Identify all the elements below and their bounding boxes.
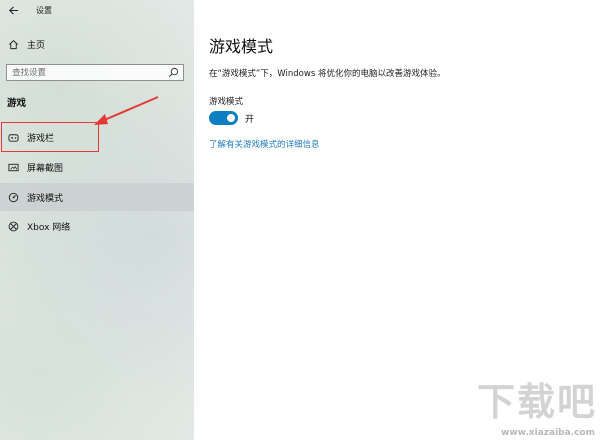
- back-arrow-icon: [8, 5, 18, 15]
- page-description: 在“游戏模式”下，Windows 将优化你的电脑以改善游戏体验。: [209, 69, 446, 79]
- learn-more-link[interactable]: 了解有关游戏模式的详细信息: [209, 138, 320, 150]
- sidebar-item-game-mode[interactable]: 游戏模式: [0, 183, 194, 211]
- sidebar-item-label: 游戏栏: [27, 133, 55, 144]
- home-label: 主页: [27, 40, 46, 51]
- game-bar-icon: [7, 131, 19, 143]
- sidebar-item-captures[interactable]: 屏幕截图: [0, 153, 194, 181]
- sidebar-item-game-bar[interactable]: 游戏栏: [0, 123, 194, 151]
- settings-window: 设置 主页 游戏: [0, 0, 605, 440]
- home-icon: [7, 38, 19, 50]
- window-title: 设置: [36, 6, 52, 15]
- watermark-logo: 下载吧: [476, 380, 597, 424]
- sidebar-item-home[interactable]: 主页: [0, 33, 194, 55]
- toggle-knob: [227, 114, 235, 122]
- game-mode-icon: [7, 191, 19, 203]
- watermark-url: www.xiazaiba.com: [501, 428, 595, 438]
- back-button[interactable]: [4, 1, 22, 19]
- sidebar: 设置 主页 游戏: [0, 0, 194, 440]
- search-input[interactable]: [12, 67, 162, 78]
- sidebar-item-label: Xbox 网络: [27, 222, 71, 233]
- sidebar-item-label: 游戏模式: [27, 193, 64, 204]
- sidebar-item-label: 屏幕截图: [27, 163, 64, 174]
- search-icon[interactable]: [168, 67, 179, 78]
- section-header-gaming: 游戏: [7, 98, 27, 109]
- search-box[interactable]: [6, 64, 184, 81]
- game-mode-toggle[interactable]: [209, 111, 238, 125]
- toggle-state-label: 开: [245, 115, 255, 125]
- sidebar-item-xbox-networking[interactable]: Xbox 网络: [0, 212, 194, 240]
- capture-icon: [7, 161, 19, 173]
- page-title: 游戏模式: [209, 37, 274, 56]
- title-bar: 设置: [0, 0, 194, 20]
- xbox-icon: [7, 220, 19, 232]
- game-mode-setting-label: 游戏模式: [209, 97, 244, 107]
